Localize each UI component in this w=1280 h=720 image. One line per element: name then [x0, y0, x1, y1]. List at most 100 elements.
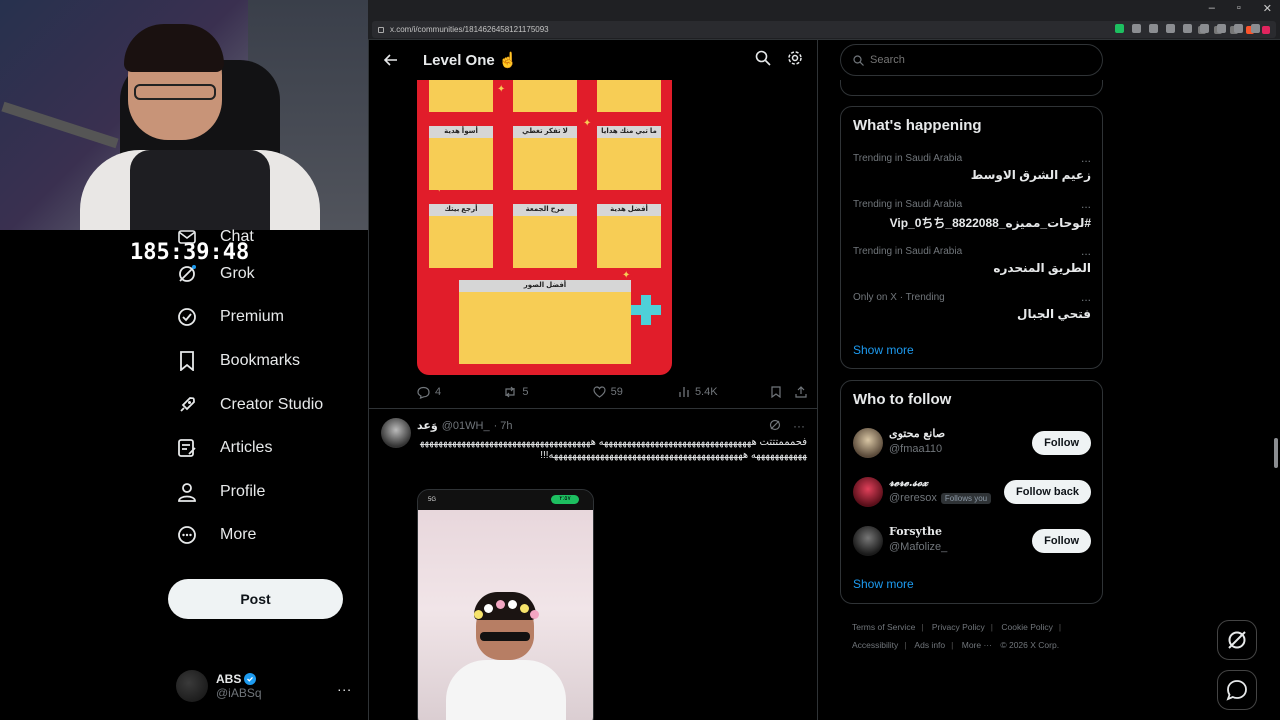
minimize-button[interactable]: –: [1209, 2, 1215, 15]
footer-link[interactable]: Ads info: [914, 640, 945, 650]
trend-item[interactable]: Trending in Saudi Arabia الطريق المنحدره…: [853, 244, 1091, 286]
suggestion-handle: @Mafolize_: [889, 541, 948, 553]
footer-link[interactable]: Privacy Policy: [932, 622, 985, 632]
author-name[interactable]: وَعد: [417, 419, 438, 432]
trend-more-icon[interactable]: ...: [1081, 290, 1091, 304]
nav-premium[interactable]: Premium: [168, 296, 358, 340]
nav-chat[interactable]: Chat: [168, 222, 358, 252]
grok-floating-button[interactable]: [1217, 620, 1257, 660]
chat-floating-button[interactable]: [1217, 670, 1257, 710]
account-more-icon[interactable]: ...: [337, 678, 352, 694]
chat-bubble-icon: [1226, 680, 1247, 701]
footer-link[interactable]: More ···: [962, 640, 992, 650]
nav-grok[interactable]: Grok: [168, 252, 358, 296]
nav-bookmarks[interactable]: Bookmarks: [168, 339, 358, 383]
plus-decoration-icon: [631, 295, 661, 325]
menu-icon[interactable]: [1251, 24, 1260, 33]
avatar[interactable]: [381, 418, 411, 448]
maximize-button[interactable]: ▫: [1237, 2, 1241, 15]
post-media-image[interactable]: 5G ٢:٥٧: [417, 489, 594, 720]
search-input[interactable]: [870, 54, 1070, 66]
search-bar[interactable]: [840, 44, 1103, 76]
follow-suggestion[interactable]: Forsythe @Mafolize_ Follow: [853, 523, 1091, 559]
trending-panel: What's happening Trending in Saudi Arabi…: [840, 106, 1103, 369]
suggestion-name[interactable]: 𝓻𝓮𝓻𝓮.𝓼𝓸𝔁: [889, 476, 928, 490]
phone-time-pill: ٢:٥٧: [551, 495, 579, 504]
follow-suggestion[interactable]: صانع محتوى @fmaa110 Follow: [853, 425, 1091, 461]
repost-count: 5: [522, 386, 529, 398]
phone-screen: [418, 510, 593, 720]
avatar[interactable]: [853, 428, 883, 458]
nav-creator-studio[interactable]: Creator Studio: [168, 383, 358, 427]
share-post-button[interactable]: [795, 386, 807, 398]
gear-icon[interactable]: [787, 50, 803, 71]
suggestion-name[interactable]: صانع محتوى: [889, 427, 945, 440]
extension-icon[interactable]: [1115, 24, 1124, 33]
more-circle-icon: [176, 524, 198, 546]
sidebar-icon[interactable]: [1200, 24, 1209, 33]
nav-articles[interactable]: Articles: [168, 426, 358, 470]
site-info-icon[interactable]: [378, 26, 384, 33]
post-time[interactable]: · 7h: [494, 420, 513, 432]
like-button[interactable]: 59: [593, 386, 678, 398]
trend-more-icon[interactable]: ...: [1081, 151, 1091, 165]
url-text[interactable]: x.com/i/communities/1814626458121175093: [390, 25, 1198, 34]
sidebar-panel-stub: [840, 80, 1103, 96]
trend-item[interactable]: Trending in Saudi Arabia #لوحات_مميزه_88…: [853, 197, 1091, 239]
views-chart-icon: [679, 387, 689, 397]
account-switcher[interactable]: ABS @iABSq ...: [176, 668, 366, 704]
bookmark-post-button[interactable]: [771, 386, 795, 398]
page-title: Level One ☝️: [423, 52, 518, 69]
post-header: وَعد @01WH_ · 7h: [417, 419, 513, 433]
left-navigation: Chat Grok Premium Bookmarks Creator Stud…: [168, 222, 358, 557]
trend-item[interactable]: Only on X · Trending فتحي الجبال ...: [853, 290, 1091, 332]
show-more-link[interactable]: Show more: [853, 577, 914, 591]
wallet-icon[interactable]: [1217, 24, 1226, 33]
nav-label: Profile: [220, 482, 266, 500]
scrollbar-thumb[interactable]: [1274, 438, 1278, 468]
account-display-name: ABS: [216, 672, 262, 686]
search-icon[interactable]: [755, 50, 771, 71]
views-button[interactable]: 5.4K: [678, 386, 771, 398]
extensions-puzzle-icon[interactable]: [1183, 24, 1192, 33]
sparkle-icon: ✦: [497, 84, 506, 95]
show-more-link[interactable]: Show more: [853, 343, 914, 357]
grok-explain-icon[interactable]: [769, 419, 781, 434]
brave-rewards-icon[interactable]: [1262, 25, 1270, 34]
post-button[interactable]: Post: [168, 579, 343, 619]
extension-icon[interactable]: [1166, 24, 1175, 33]
follow-suggestion[interactable]: 𝓻𝓮𝓻𝓮.𝓼𝓸𝔁 @reresox Follows you Follow back: [853, 474, 1091, 510]
grok-icon: [1228, 631, 1246, 649]
search-icon: [853, 54, 864, 66]
footer-link[interactable]: Cookie Policy: [1001, 622, 1053, 632]
post-more-icon[interactable]: ···: [793, 419, 805, 434]
vpn-icon[interactable]: [1234, 24, 1243, 33]
nav-profile[interactable]: Profile: [168, 470, 358, 514]
trend-item[interactable]: Trending in Saudi Arabia زعيم الشرق الاو…: [853, 151, 1091, 193]
back-arrow-icon[interactable]: [381, 50, 401, 70]
avatar[interactable]: [853, 526, 883, 556]
post-text: فحمممتتتت هههههههههههههههههههههههههههههه…: [420, 437, 807, 461]
footer-link[interactable]: Terms of Service: [852, 622, 915, 632]
trend-more-icon[interactable]: ...: [1081, 197, 1091, 211]
grid-cell: مرح الجمعة: [513, 204, 577, 268]
extension-icon[interactable]: [1132, 24, 1141, 33]
author-handle[interactable]: @01WH_: [442, 420, 490, 432]
follow-button[interactable]: Follow: [1032, 431, 1091, 455]
avatar[interactable]: [853, 477, 883, 507]
extension-icon[interactable]: [1149, 24, 1158, 33]
reply-button[interactable]: 4: [417, 386, 503, 399]
nav-more[interactable]: More: [168, 514, 358, 558]
trend-more-icon[interactable]: ...: [1081, 244, 1091, 258]
footer-link[interactable]: Accessibility: [852, 640, 898, 650]
close-window-button[interactable]: ✕: [1263, 2, 1272, 15]
post-media-image[interactable]: أسوأ هدية لا تفكر تغطي ما تبي منك هدايا …: [417, 80, 672, 375]
views-count: 5.4K: [694, 386, 718, 398]
grid-cell: أرجع بيتك: [429, 204, 493, 268]
follow-back-button[interactable]: Follow back: [1004, 480, 1091, 504]
suggestion-name[interactable]: Forsythe: [889, 525, 942, 538]
trend-context: Only on X · Trending: [853, 292, 945, 303]
repost-button[interactable]: 5: [503, 386, 592, 398]
copyright: © 2026 X Corp.: [1000, 640, 1060, 650]
follow-button[interactable]: Follow: [1032, 529, 1091, 553]
